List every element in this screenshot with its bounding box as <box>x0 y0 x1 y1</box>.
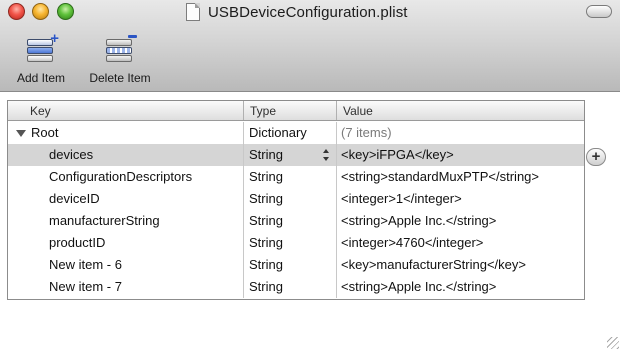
toolbar-toggle-button[interactable] <box>586 5 612 18</box>
row-value: <string>standardMuxPTP</string> <box>341 169 539 184</box>
add-item-button[interactable]: + Add Item <box>8 31 74 85</box>
row-type: String <box>244 232 337 254</box>
row-key: Root <box>31 125 59 140</box>
row-type: Dictionary <box>244 122 337 144</box>
row-type: String <box>244 210 337 232</box>
window-title-group: USBDeviceConfiguration.plist <box>186 2 408 22</box>
row-value: <integer>4760</integer> <box>341 235 484 250</box>
zoom-button-icon[interactable] <box>57 3 74 20</box>
row-type: String <box>249 147 283 162</box>
table-row[interactable]: manufacturerString String <string>Apple … <box>8 210 584 232</box>
row-key: New item - 6 <box>8 254 244 276</box>
table-body: Root Dictionary (7 items) devices String… <box>8 122 584 298</box>
plist-outline-table: Key Type Value Root Dictionary (7 items)… <box>7 100 585 300</box>
row-type: String <box>244 166 337 188</box>
add-child-row-button[interactable]: + <box>586 148 606 166</box>
resize-grip-icon[interactable] <box>607 337 619 349</box>
row-value: <integer>1</integer> <box>341 191 462 206</box>
row-key: manufacturerString <box>8 210 244 232</box>
minimize-button-icon[interactable] <box>32 3 49 20</box>
table-row[interactable]: New item - 6 String <key>manufacturerStr… <box>8 254 584 276</box>
close-button-icon[interactable] <box>8 3 25 20</box>
row-key: deviceID <box>8 188 244 210</box>
disclosure-triangle-icon[interactable] <box>16 130 26 137</box>
table-row[interactable]: ConfigurationDescriptors String <string>… <box>8 166 584 188</box>
table-row-selected[interactable]: devices String <key>iFPGA</key> <box>8 144 584 166</box>
row-key: productID <box>8 232 244 254</box>
column-header-value[interactable]: Value <box>337 101 584 120</box>
document-icon[interactable] <box>186 3 200 21</box>
row-value: <string>Apple Inc.</string> <box>341 279 497 294</box>
window-title: USBDeviceConfiguration.plist <box>208 3 408 21</box>
column-header-type[interactable]: Type <box>244 101 337 120</box>
row-value: (7 items) <box>341 125 392 140</box>
delete-item-label: Delete Item <box>89 71 151 85</box>
row-type: String <box>244 188 337 210</box>
row-key: devices <box>8 144 244 166</box>
table-row[interactable]: New item - 7 String <string>Apple Inc.</… <box>8 276 584 298</box>
unified-toolbar: USBDeviceConfiguration.plist + Add Item … <box>0 0 620 92</box>
table-row[interactable]: deviceID String <integer>1</integer> <box>8 188 584 210</box>
table-row[interactable]: productID String <integer>4760</integer> <box>8 232 584 254</box>
delete-item-button[interactable]: Delete Item <box>80 33 160 85</box>
delete-item-icon <box>102 33 138 65</box>
row-key: ConfigurationDescriptors <box>8 166 244 188</box>
table-row-root[interactable]: Root Dictionary (7 items) <box>8 122 584 144</box>
add-item-icon: + <box>23 31 59 65</box>
column-header-key[interactable]: Key <box>8 101 244 120</box>
table-header: Key Type Value <box>8 101 584 121</box>
row-value: <string>Apple Inc.</string> <box>341 213 497 228</box>
type-stepper-icon[interactable] <box>323 149 330 161</box>
add-item-label: Add Item <box>16 71 66 85</box>
row-type: String <box>244 276 337 298</box>
plist-editor-window: USBDeviceConfiguration.plist + Add Item … <box>0 0 620 350</box>
row-value: <key>manufacturerString</key> <box>341 257 526 272</box>
row-type: String <box>244 254 337 276</box>
row-value[interactable]: <key>iFPGA</key> <box>337 144 584 166</box>
row-key: New item - 7 <box>8 276 244 298</box>
